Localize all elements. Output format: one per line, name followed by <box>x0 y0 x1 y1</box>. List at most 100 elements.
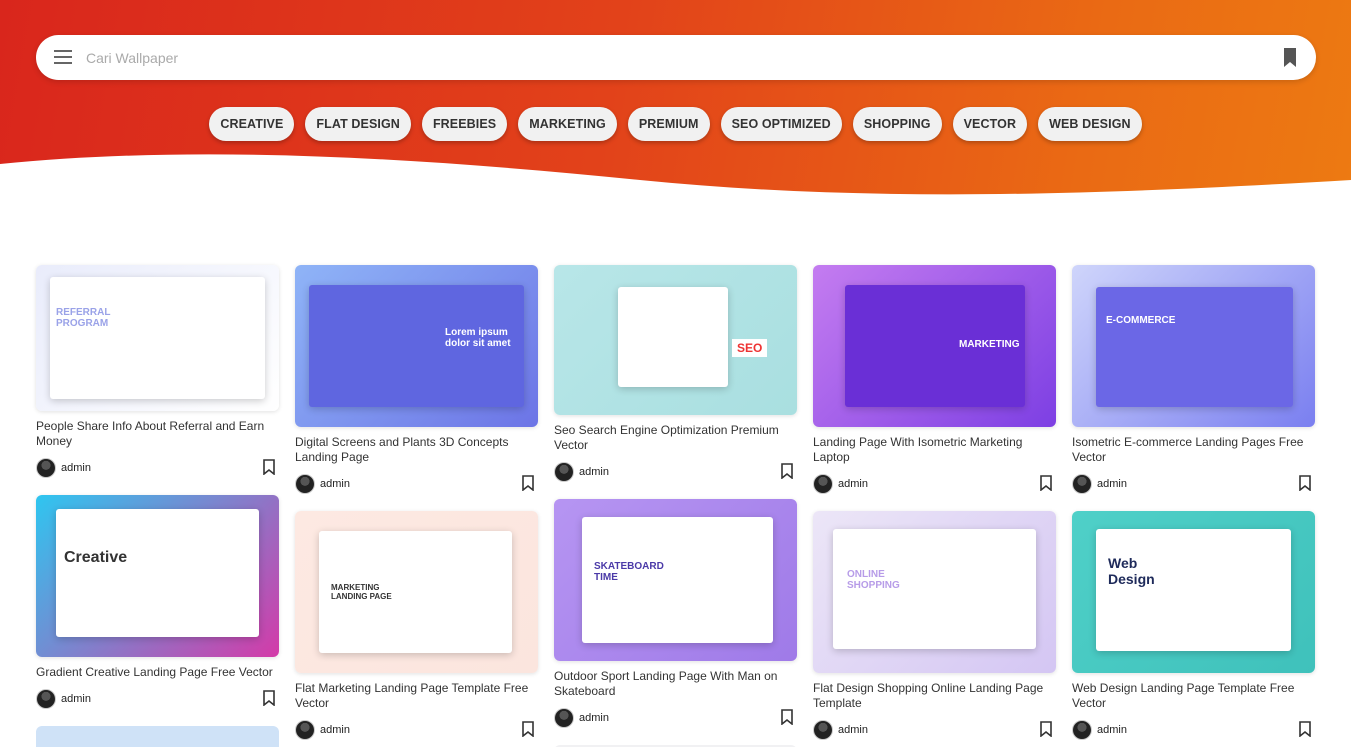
grid-column-1: REFERRAL PROGRAM People Share Info About… <box>36 265 279 747</box>
bookmark-icon[interactable] <box>781 463 793 479</box>
author-name[interactable]: admin <box>838 478 868 490</box>
wallpaper-thumbnail[interactable] <box>36 726 279 747</box>
card-meta: admin <box>554 461 797 483</box>
card-meta: admin <box>813 719 1056 741</box>
author-name[interactable]: admin <box>579 712 609 724</box>
wallpaper-card: ONLINE SHOPPING Flat Design Shopping Onl… <box>813 511 1056 741</box>
wallpaper-card: MARKETING Landing Page With Isometric Ma… <box>813 265 1056 495</box>
bookmark-icon[interactable] <box>1040 475 1052 491</box>
card-title[interactable]: Landing Page With Isometric Marketing La… <box>813 435 1056 465</box>
thumbnail-text: MARKETING LANDING PAGE <box>331 583 392 601</box>
author-avatar[interactable] <box>295 474 315 494</box>
hero-wave-divider <box>0 154 1351 220</box>
wallpaper-thumbnail[interactable]: E-COMMERCE <box>1072 265 1315 427</box>
author-avatar[interactable] <box>36 458 56 478</box>
card-title[interactable]: Digital Screens and Plants 3D Concepts L… <box>295 435 538 465</box>
card-meta: admin <box>554 707 797 729</box>
tag-vector[interactable]: VECTOR <box>952 107 1028 141</box>
bookmark-icon[interactable] <box>522 475 534 491</box>
grid-column-2: Lorem ipsum dolor sit amet Digital Scree… <box>295 265 538 747</box>
author-name[interactable]: admin <box>838 724 868 736</box>
wallpaper-thumbnail[interactable]: Creative <box>36 495 279 657</box>
tag-shopping[interactable]: SHOPPING <box>852 107 942 141</box>
wallpaper-thumbnail[interactable]: Web Design <box>1072 511 1315 673</box>
tag-marketing[interactable]: MARKETING <box>518 107 617 141</box>
card-title[interactable]: Outdoor Sport Landing Page With Man on S… <box>554 669 797 699</box>
author-name[interactable]: admin <box>1097 724 1127 736</box>
bookmark-icon[interactable] <box>522 721 534 737</box>
author-name[interactable]: admin <box>61 693 91 705</box>
thumbnail-text: Web Design <box>1108 555 1155 587</box>
author-name[interactable]: admin <box>1097 478 1127 490</box>
search-input[interactable] <box>86 46 1266 70</box>
wallpaper-thumbnail[interactable]: Lorem ipsum dolor sit amet <box>295 265 538 427</box>
wallpaper-thumbnail[interactable]: MARKETING <box>813 265 1056 427</box>
card-title[interactable]: Isometric E-commerce Landing Pages Free … <box>1072 435 1315 465</box>
bookmark-icon[interactable] <box>263 459 275 475</box>
wallpaper-card: MARKETING LANDING PAGE Flat Marketing La… <box>295 511 538 741</box>
tag-creative[interactable]: CREATIVE <box>209 107 295 141</box>
author-avatar[interactable] <box>554 708 574 728</box>
author-avatar[interactable] <box>554 462 574 482</box>
card-meta: admin <box>813 473 1056 495</box>
wallpaper-thumbnail[interactable]: SKATEBOARD TIME <box>554 499 797 661</box>
grid-column-4: MARKETING Landing Page With Isometric Ma… <box>813 265 1056 747</box>
author-avatar[interactable] <box>1072 720 1092 740</box>
bookmark-icon[interactable] <box>1283 48 1297 67</box>
wallpaper-thumbnail[interactable]: MARKETING LANDING PAGE <box>295 511 538 673</box>
wallpaper-card: Lorem ipsum dolor sit amet Digital Scree… <box>295 265 538 495</box>
card-title[interactable]: Seo Search Engine Optimization Premium V… <box>554 423 797 453</box>
card-meta: admin <box>36 688 279 710</box>
author-name[interactable]: admin <box>320 724 350 736</box>
bookmark-icon[interactable] <box>1040 721 1052 737</box>
thumbnail-text: REFERRAL PROGRAM <box>56 307 111 329</box>
card-meta: admin <box>1072 473 1315 495</box>
author-name[interactable]: admin <box>579 466 609 478</box>
wallpaper-thumbnail[interactable]: REFERRAL PROGRAM <box>36 265 279 411</box>
card-title[interactable]: Gradient Creative Landing Page Free Vect… <box>36 665 279 680</box>
bookmark-icon[interactable] <box>1299 475 1311 491</box>
wallpaper-thumbnail[interactable]: ONLINE SHOPPING <box>813 511 1056 673</box>
author-name[interactable]: admin <box>320 478 350 490</box>
thumbnail-text: SKATEBOARD TIME <box>594 561 664 583</box>
card-title[interactable]: People Share Info About Referral and Ear… <box>36 419 279 449</box>
grid-column-5: E-COMMERCE Isometric E-commerce Landing … <box>1072 265 1315 747</box>
tag-web-design[interactable]: WEB DESIGN <box>1038 107 1142 141</box>
tag-premium[interactable]: PREMIUM <box>627 107 710 141</box>
grid-column-3: SEO Seo Search Engine Optimization Premi… <box>554 265 797 747</box>
wallpaper-thumbnail[interactable]: SEO <box>554 265 797 415</box>
card-title[interactable]: Flat Design Shopping Online Landing Page… <box>813 681 1056 711</box>
author-avatar[interactable] <box>36 689 56 709</box>
author-avatar[interactable] <box>295 720 315 740</box>
search-bar <box>36 35 1316 80</box>
thumbnail-text: SEO <box>732 339 768 357</box>
thumbnail-text: MARKETING <box>959 339 1020 350</box>
wallpaper-card: REFERRAL PROGRAM People Share Info About… <box>36 265 279 479</box>
card-meta: admin <box>1072 719 1315 741</box>
card-meta: admin <box>295 473 538 495</box>
author-avatar[interactable] <box>813 720 833 740</box>
hamburger-menu-icon[interactable] <box>54 50 72 64</box>
thumbnail-text: Lorem ipsum dolor sit amet <box>445 327 511 349</box>
card-title[interactable]: Web Design Landing Page Template Free Ve… <box>1072 681 1315 711</box>
wallpaper-card: SEO Seo Search Engine Optimization Premi… <box>554 265 797 483</box>
category-tags: CREATIVE FLAT DESIGN FREEBIES MARKETING … <box>0 107 1351 141</box>
bookmark-icon[interactable] <box>1299 721 1311 737</box>
author-avatar[interactable] <box>813 474 833 494</box>
thumbnail-text: ONLINE SHOPPING <box>847 569 900 591</box>
wallpaper-card: SKATEBOARD TIME Outdoor Sport Landing Pa… <box>554 499 797 729</box>
wallpaper-card: Web Design Web Design Landing Page Templ… <box>1072 511 1315 741</box>
thumbnail-text: Creative <box>64 549 128 566</box>
tag-seo-optimized[interactable]: SEO OPTIMIZED <box>720 107 842 141</box>
wallpaper-card: E-COMMERCE Isometric E-commerce Landing … <box>1072 265 1315 495</box>
thumbnail-text: E-COMMERCE <box>1106 315 1176 326</box>
author-name[interactable]: admin <box>61 462 91 474</box>
wallpaper-card: Creative Gradient Creative Landing Page … <box>36 495 279 710</box>
author-avatar[interactable] <box>1072 474 1092 494</box>
card-meta: admin <box>295 719 538 741</box>
card-title[interactable]: Flat Marketing Landing Page Template Fre… <box>295 681 538 711</box>
tag-freebies[interactable]: FREEBIES <box>421 107 508 141</box>
bookmark-icon[interactable] <box>781 709 793 725</box>
tag-flat-design[interactable]: FLAT DESIGN <box>305 107 411 141</box>
bookmark-icon[interactable] <box>263 690 275 706</box>
